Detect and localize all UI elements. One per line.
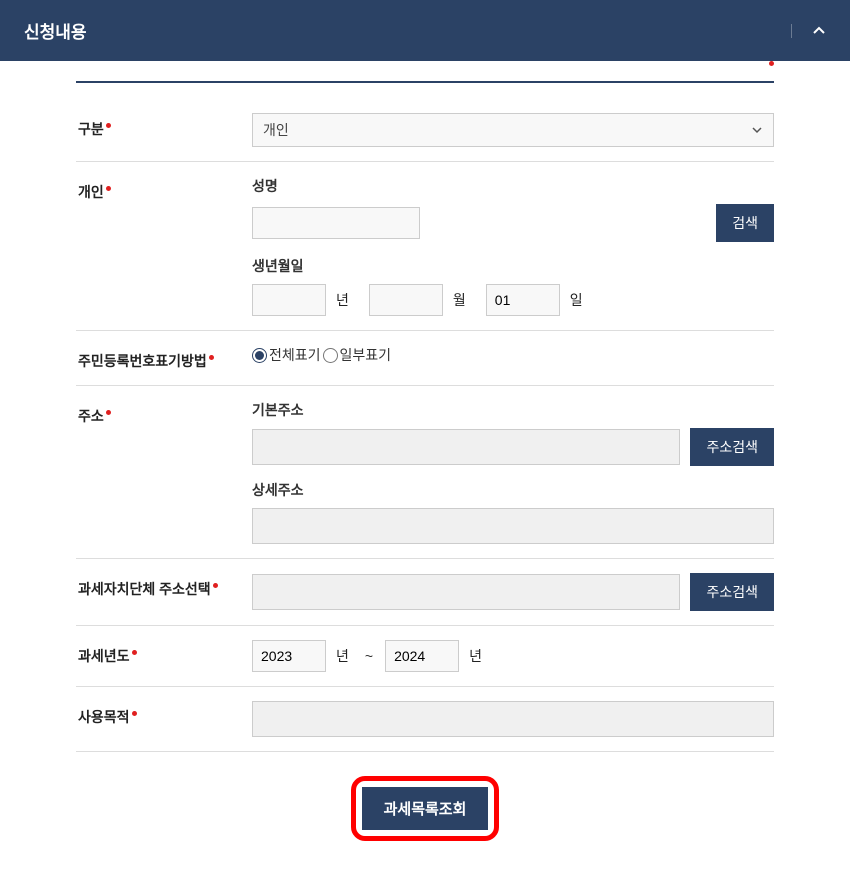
- address-search-button[interactable]: 주소검색: [690, 428, 774, 466]
- row-address: 주소 기본주소 주소검색 상세주소: [76, 386, 774, 559]
- year-from-unit: 년: [336, 646, 349, 666]
- row-purpose: 사용목적: [76, 687, 774, 752]
- required-dot-icon: [106, 186, 111, 191]
- highlight-frame: 과세목록조회: [351, 776, 500, 841]
- required-dot-icon: [132, 650, 137, 655]
- tax-year-to-input[interactable]: [385, 640, 459, 672]
- category-select[interactable]: 개인: [252, 113, 774, 147]
- rrn-radio-group: 전체표기 일부표기: [252, 345, 774, 365]
- panel-header[interactable]: 신청내용: [0, 0, 850, 61]
- year-unit: 년: [336, 290, 349, 310]
- rrn-radio-full[interactable]: [252, 348, 267, 363]
- base-address-input[interactable]: [252, 429, 680, 465]
- required-dot-icon: [209, 355, 214, 360]
- detail-address-label: 상세주소: [252, 480, 774, 500]
- name-label: 성명: [252, 176, 774, 196]
- required-dot-icon: [132, 711, 137, 716]
- birth-day-input[interactable]: [486, 284, 560, 316]
- required-dot-icon: [106, 410, 111, 415]
- purpose-input[interactable]: [252, 701, 774, 737]
- collapse-toggle[interactable]: [791, 24, 826, 38]
- row-individual: 개인 성명 검색 생년월일 년 월 일: [76, 162, 774, 331]
- year-to-unit: 년: [469, 646, 482, 666]
- label-purpose: 사용목적: [76, 701, 252, 737]
- required-dot-icon: [213, 583, 218, 588]
- required-indicator-icon: [769, 61, 774, 66]
- base-address-label: 기본주소: [252, 400, 774, 420]
- tax-authority-input[interactable]: [252, 574, 680, 610]
- day-unit: 일: [570, 290, 583, 310]
- label-tax-authority: 과세자치단체 주소선택: [76, 573, 252, 611]
- label-address: 주소: [76, 400, 252, 544]
- top-divider: [76, 81, 774, 83]
- birth-year-input[interactable]: [252, 284, 326, 316]
- inquiry-button[interactable]: 과세목록조회: [362, 787, 489, 830]
- row-rrn-display: 주민등록번호표기방법 전체표기 일부표기: [76, 331, 774, 386]
- required-dot-icon: [106, 123, 111, 128]
- form-content: 구분 개인 개인 성명 검색 생년월일 년: [0, 61, 850, 871]
- panel-title: 신청내용: [24, 18, 87, 43]
- year-separator: ~: [365, 648, 373, 664]
- label-rrn-display: 주민등록번호표기방법: [76, 345, 252, 371]
- row-category: 구분 개인: [76, 99, 774, 162]
- row-tax-year: 과세년도 년 ~ 년: [76, 626, 774, 687]
- label-individual: 개인: [76, 176, 252, 316]
- chevron-up-icon: [812, 24, 826, 38]
- month-unit: 월: [453, 290, 466, 310]
- rrn-radio-partial[interactable]: [323, 348, 338, 363]
- birth-month-input[interactable]: [369, 284, 443, 316]
- rrn-radio-partial-label[interactable]: 일부표기: [323, 345, 392, 365]
- label-category: 구분: [76, 113, 252, 147]
- tax-authority-search-button[interactable]: 주소검색: [690, 573, 774, 611]
- bottom-action: 과세목록조회: [76, 776, 774, 841]
- name-input[interactable]: [252, 207, 420, 239]
- label-tax-year: 과세년도: [76, 640, 252, 672]
- row-tax-authority: 과세자치단체 주소선택 주소검색: [76, 559, 774, 626]
- detail-address-input[interactable]: [252, 508, 774, 544]
- rrn-radio-full-label[interactable]: 전체표기: [252, 345, 321, 365]
- tax-year-from-input[interactable]: [252, 640, 326, 672]
- name-search-button[interactable]: 검색: [716, 204, 774, 242]
- birth-label: 생년월일: [252, 256, 774, 276]
